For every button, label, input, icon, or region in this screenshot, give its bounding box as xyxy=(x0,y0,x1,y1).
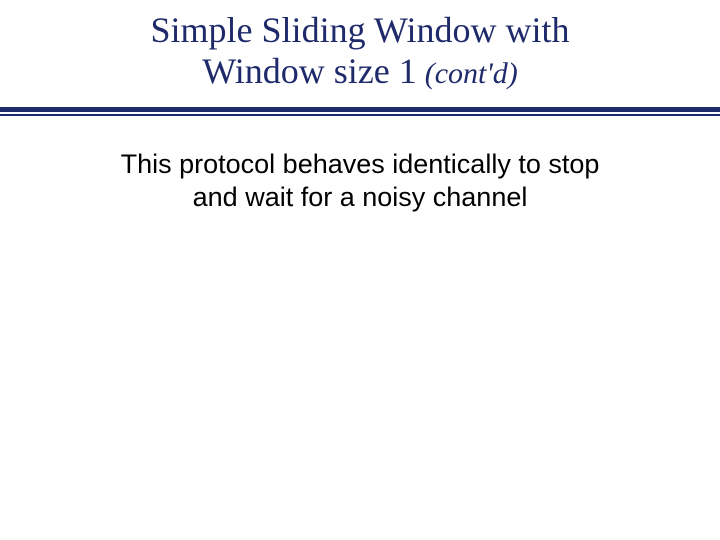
rule-thick xyxy=(0,107,720,112)
title-line-1: Simple Sliding Window with xyxy=(0,10,720,51)
title-underline xyxy=(0,107,720,115)
body-line-1: This protocol behaves identically to sto… xyxy=(60,148,660,181)
slide-title: Simple Sliding Window with Window size 1… xyxy=(0,0,720,93)
slide: Simple Sliding Window with Window size 1… xyxy=(0,0,720,540)
title-contd: (cont'd) xyxy=(425,57,518,90)
title-line-2: Window size 1(cont'd) xyxy=(0,51,720,92)
body-text: This protocol behaves identically to sto… xyxy=(0,148,720,214)
body-line-2: and wait for a noisy channel xyxy=(60,181,660,214)
rule-thin xyxy=(0,114,720,116)
title-main: Window size 1 xyxy=(202,51,417,91)
